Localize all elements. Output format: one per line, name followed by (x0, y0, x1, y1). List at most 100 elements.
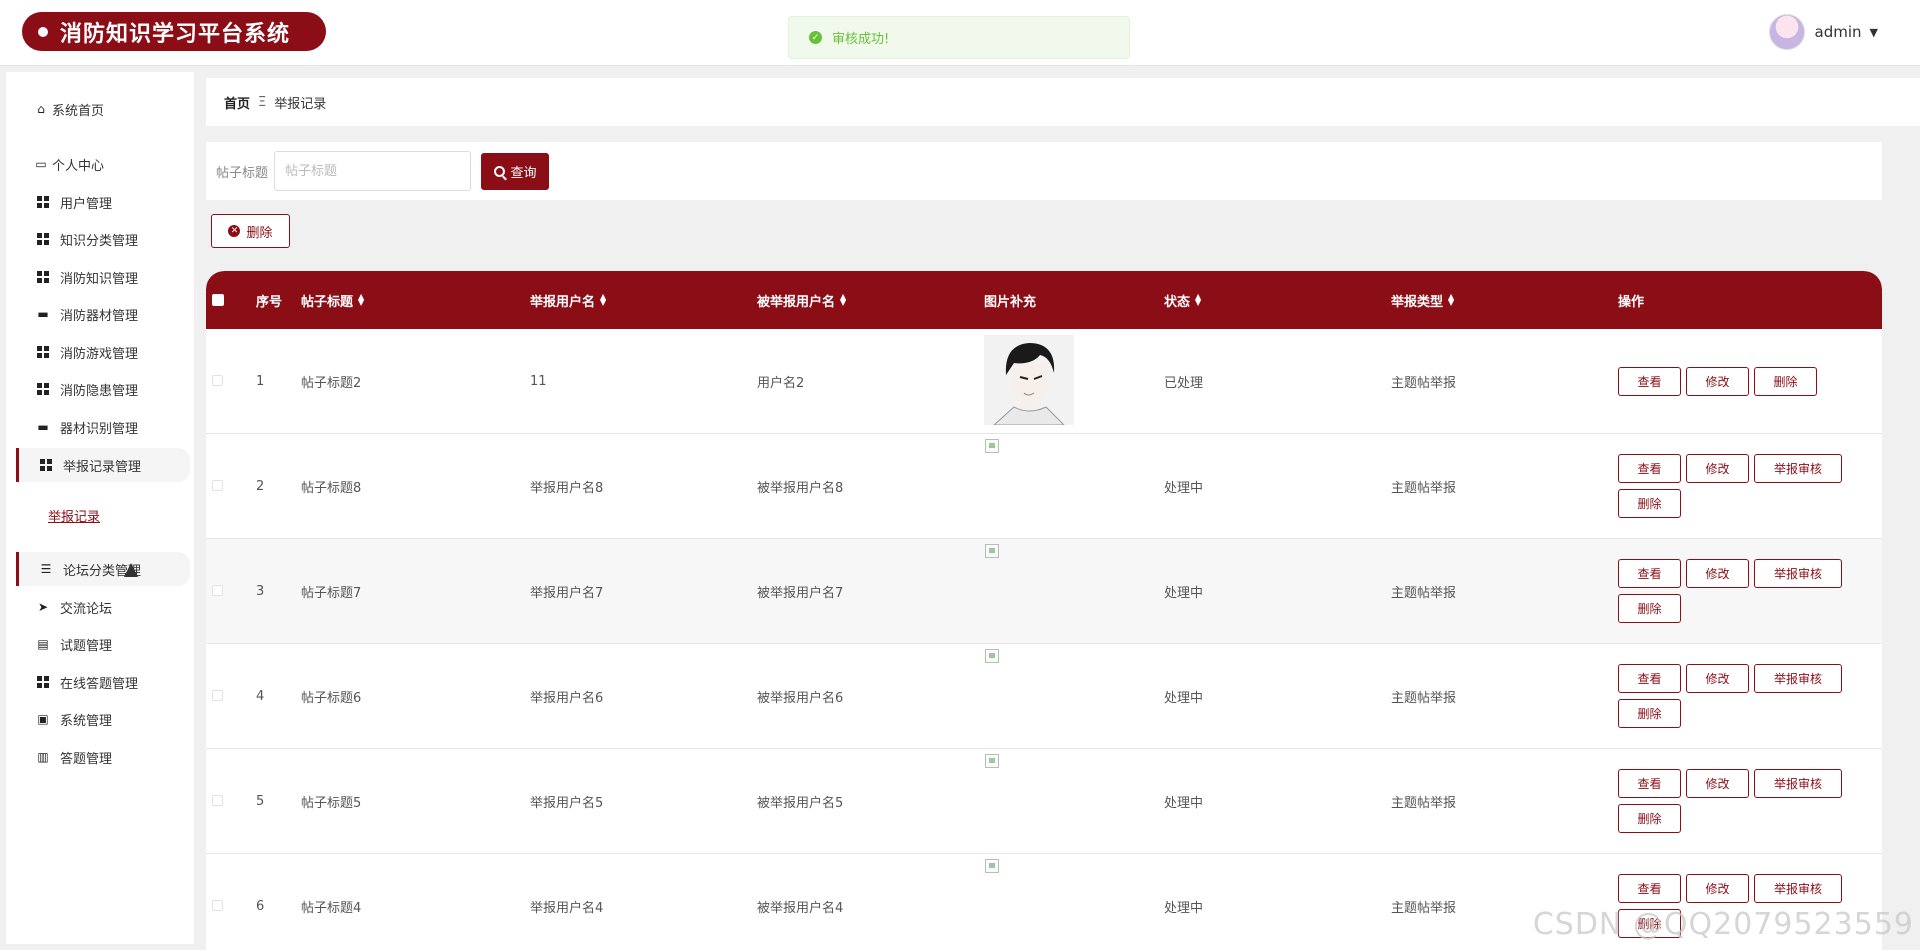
sort-icon[interactable]: ▲ ▼ (600, 293, 606, 307)
delete-button[interactable]: 删除 (1618, 699, 1681, 728)
cell-title: 帖子标题7 (301, 585, 362, 601)
sidebar-item-label: 知识分类管理 (60, 233, 139, 249)
grid-icon (36, 345, 50, 359)
logo-dot-icon (38, 26, 48, 37)
sidebar-item-forum[interactable]: ➤ 交流论坛 (16, 590, 190, 624)
edit-button[interactable]: 修改 (1686, 874, 1749, 903)
sidebar-item-equipment-recognition[interactable]: ▬ 器材识别管理 (16, 410, 190, 444)
sidebar: ⌂ 系统首页 ▭ 个人中心 用户管理 知识分类管理 消防知识管理 ▬ 消防器材管… (6, 72, 194, 944)
audit-button[interactable]: 举报审核 (1754, 559, 1842, 588)
sidebar-item-label: 器材识别管理 (60, 421, 139, 437)
table-header: 序号 帖子标题 ▲ ▼ 举报用户名 ▲ ▼ 被举报用户名 ▲ ▼ 图片补充 状态 ▲ ▼ 举报类… (206, 271, 1882, 329)
cell-status: 处理中 (1164, 690, 1204, 706)
view-button[interactable]: 查看 (1618, 874, 1681, 903)
edit-button[interactable]: 修改 (1686, 454, 1749, 483)
sidebar-item-fire-games[interactable]: 消防游戏管理 (16, 335, 190, 369)
audit-button[interactable]: 举报审核 (1754, 769, 1842, 798)
audit-button[interactable]: 举报审核 (1754, 874, 1842, 903)
edit-button[interactable]: 修改 (1686, 664, 1749, 693)
view-button[interactable]: 查看 (1618, 559, 1681, 588)
sidebar-item-fire-knowledge[interactable]: 消防知识管理 (16, 260, 190, 294)
avatar[interactable] (1768, 14, 1805, 50)
breadcrumb-home[interactable]: 首页 (224, 93, 250, 112)
sidebar-item-label: 消防游戏管理 (60, 346, 139, 362)
cell-type: 主题帖举报 (1391, 900, 1457, 916)
delete-button[interactable]: 删除 (1618, 489, 1681, 518)
col-title[interactable]: 帖子标题 ▲ ▼ (301, 271, 364, 329)
col-status[interactable]: 状态 ▲ ▼ (1164, 271, 1201, 329)
send-icon: ➤ (37, 600, 49, 614)
col-reported[interactable]: 被举报用户名 ▲ ▼ (757, 271, 846, 329)
row-actions: 查看 修改 举报审核 删除 (1618, 644, 1878, 748)
mouse-cursor-icon (124, 563, 138, 577)
success-toast: ✓ 审核成功! (788, 16, 1130, 59)
app-logo: 消防知识学习平台系统 (22, 12, 327, 51)
user-menu[interactable]: admin ▼ (1768, 14, 1878, 50)
caret-down-icon[interactable]: ▼ (1870, 26, 1878, 39)
toast-message: 审核成功! (832, 32, 890, 47)
breadcrumb-separator: Ξ (258, 94, 267, 110)
search-label: 帖子标题 (216, 165, 269, 181)
edit-button[interactable]: 修改 (1686, 366, 1749, 396)
grid-icon (36, 270, 50, 284)
view-button[interactable]: 查看 (1618, 769, 1681, 798)
row-checkbox[interactable] (212, 690, 223, 701)
sidebar-item-answers[interactable]: ▥ 答题管理 (16, 740, 190, 774)
sidebar-item-fire-equipment[interactable]: ▬ 消防器材管理 (16, 297, 190, 331)
sidebar-item-fire-hazards[interactable]: 消防隐患管理 (16, 372, 190, 406)
sidebar-item-knowledge-category[interactable]: 知识分类管理 (16, 222, 190, 256)
sidebar-item-questions[interactable]: ▤ 试题管理 (16, 627, 190, 661)
cell-reported: 被举报用户名5 (757, 795, 844, 811)
batch-delete-button[interactable]: ✕ 删除 (211, 214, 290, 248)
row-checkbox[interactable] (212, 375, 223, 386)
sidebar-item-system[interactable]: ▣ 系统管理 (16, 702, 190, 736)
sidebar-item-forum-category[interactable]: ☰ 论坛分类管理 (16, 552, 190, 586)
broken-image-icon (985, 859, 999, 873)
sidebar-item-home[interactable]: ⌂ 系统首页 (16, 92, 190, 126)
view-button[interactable]: 查看 (1618, 664, 1681, 693)
sidebar-item-report-records[interactable]: 举报记录管理 (16, 448, 190, 482)
row-actions: 查看 修改 举报审核 删除 (1618, 434, 1878, 538)
cell-status: 处理中 (1164, 480, 1204, 496)
cell-title: 帖子标题8 (301, 480, 362, 496)
view-button[interactable]: 查看 (1618, 366, 1681, 396)
sidebar-item-online-quiz[interactable]: 在线答题管理 (16, 665, 190, 699)
table-row: 1 帖子标题2 11 用户名2 已处理 主题帖举报 查看 修改 删除 (206, 329, 1882, 434)
delete-button[interactable]: 删除 (1618, 594, 1681, 623)
profile-icon: ▭ (35, 157, 47, 171)
edit-button[interactable]: 修改 (1686, 559, 1749, 588)
sidebar-item-label: 消防器材管理 (60, 308, 139, 324)
cell-index: 5 (256, 793, 265, 809)
search-button[interactable]: 查询 (481, 152, 550, 190)
table-row: 5 帖子标题5 举报用户名5 被举报用户名5 处理中 主题帖举报 查看 修改 举… (206, 749, 1882, 854)
delete-button[interactable]: 删除 (1754, 366, 1817, 396)
sidebar-item-users[interactable]: 用户管理 (16, 185, 190, 219)
grid-icon (36, 232, 50, 246)
search-input[interactable] (274, 151, 472, 191)
table-row: 2 帖子标题8 举报用户名8 被举报用户名8 处理中 主题帖举报 查看 修改 举… (206, 434, 1882, 539)
audit-button[interactable]: 举报审核 (1754, 664, 1842, 693)
select-all-checkbox[interactable] (212, 294, 224, 306)
cell-reported: 被举报用户名8 (757, 480, 844, 496)
sort-icon[interactable]: ▲ ▼ (1195, 293, 1201, 307)
edit-button[interactable]: 修改 (1686, 769, 1749, 798)
view-button[interactable]: 查看 (1618, 454, 1681, 483)
breadcrumb-current: 举报记录 (274, 96, 327, 112)
sort-icon[interactable]: ▲ ▼ (358, 293, 364, 307)
col-type[interactable]: 举报类型 ▲ ▼ (1391, 271, 1454, 329)
row-checkbox[interactable] (212, 900, 223, 911)
delete-button[interactable]: 删除 (1618, 804, 1681, 833)
row-checkbox[interactable] (212, 795, 223, 806)
user-name[interactable]: admin (1815, 23, 1862, 41)
report-table: 序号 帖子标题 ▲ ▼ 举报用户名 ▲ ▼ 被举报用户名 ▲ ▼ 图片补充 状态 ▲ ▼ 举报类… (206, 271, 1882, 950)
cell-reporter: 举报用户名8 (530, 480, 604, 496)
check-circle-icon: ✓ (809, 31, 822, 44)
sidebar-subitem-report-records[interactable]: 举报记录 (48, 506, 100, 525)
sort-icon[interactable]: ▲ ▼ (1448, 293, 1454, 307)
row-checkbox[interactable] (212, 585, 223, 596)
audit-button[interactable]: 举报审核 (1754, 454, 1842, 483)
sidebar-item-profile[interactable]: ▭ 个人中心 (16, 147, 190, 181)
row-checkbox[interactable] (212, 480, 223, 491)
sort-icon[interactable]: ▲ ▼ (840, 293, 846, 307)
col-reporter[interactable]: 举报用户名 ▲ ▼ (530, 271, 606, 329)
